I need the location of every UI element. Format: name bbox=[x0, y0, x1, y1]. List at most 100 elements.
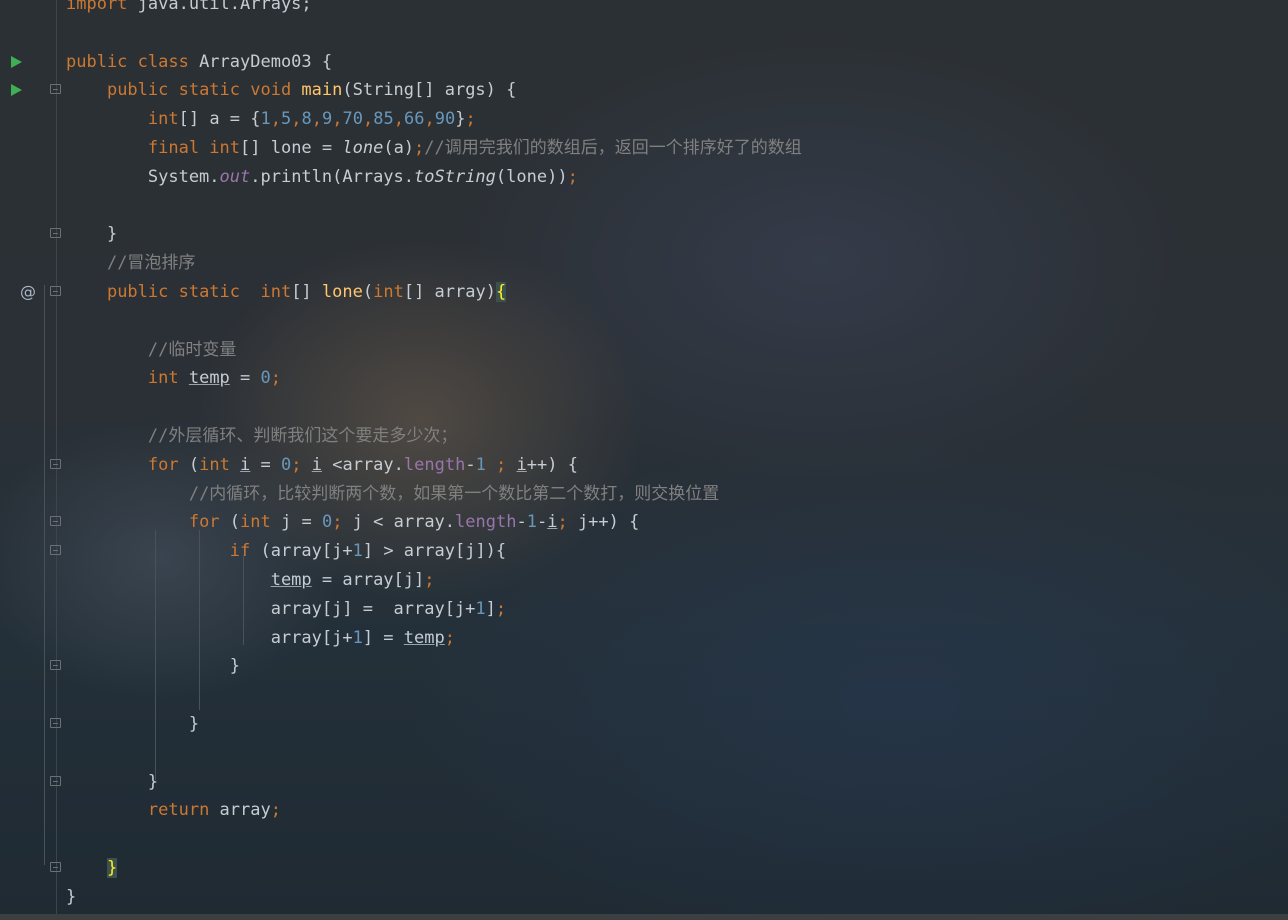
code-text: } bbox=[66, 883, 76, 912]
code-text: System.out.println(Arrays.toString(lone)… bbox=[66, 163, 578, 192]
code-line[interactable]: } bbox=[0, 652, 1288, 681]
fold-icon[interactable] bbox=[50, 545, 61, 556]
code-token: for bbox=[188, 512, 230, 533]
fold-icon[interactable] bbox=[50, 861, 61, 872]
code-token: , bbox=[424, 109, 435, 130]
code-line[interactable]: //内循环，比较判断两个数，如果第一个数比第二个数打，则交换位置 bbox=[0, 480, 1288, 509]
code-line[interactable]: temp = array[j]; bbox=[0, 566, 1288, 595]
run-gutter-icon[interactable] bbox=[11, 84, 22, 97]
code-line[interactable]: @ public static int[] lone(int[] array){ bbox=[0, 278, 1288, 307]
code-text: public static void main(String[] args) { bbox=[66, 76, 516, 105]
code-line[interactable]: //外层循环、判断我们这个要走多少次； bbox=[0, 422, 1288, 451]
code-line[interactable]: } bbox=[0, 220, 1288, 249]
code-token: ArrayDemo03 { bbox=[199, 51, 333, 72]
code-token: 0 bbox=[281, 454, 292, 475]
code-token: for bbox=[147, 454, 189, 475]
code-token: int bbox=[147, 368, 189, 389]
code-text: array[j+1] = temp; bbox=[66, 624, 455, 653]
code-line[interactable] bbox=[0, 825, 1288, 854]
code-line[interactable]: return array; bbox=[0, 796, 1288, 825]
code-token: main bbox=[301, 80, 343, 101]
code-line[interactable]: } bbox=[0, 883, 1288, 912]
code-line[interactable]: array[j] = array[j+1]; bbox=[0, 595, 1288, 624]
code-line[interactable]: for (int j = 0; j < array.length-1-i; j+… bbox=[0, 508, 1288, 537]
code-line[interactable]: } bbox=[0, 854, 1288, 883]
code-line[interactable] bbox=[0, 393, 1288, 422]
code-text: return array; bbox=[66, 796, 281, 825]
code-token: ++) { bbox=[526, 454, 578, 475]
fold-icon[interactable] bbox=[50, 660, 61, 671]
run-gutter-icon[interactable] bbox=[11, 55, 22, 68]
code-line[interactable]: import java.util.Arrays; bbox=[0, 0, 1288, 19]
code-line[interactable]: for (int i = 0; i <array.length-1 ; i++)… bbox=[0, 451, 1288, 480]
code-token: (lone)) bbox=[495, 166, 568, 187]
fold-icon[interactable] bbox=[50, 228, 61, 239]
code-text: } bbox=[66, 710, 199, 739]
code-token: lone bbox=[342, 137, 384, 158]
code-token: out bbox=[219, 166, 251, 187]
code-token: i bbox=[240, 454, 251, 475]
code-token: ] > array[j]){ bbox=[362, 541, 507, 562]
code-line[interactable]: public class ArrayDemo03 { bbox=[0, 48, 1288, 77]
code-token: ; bbox=[291, 454, 312, 475]
code-line[interactable]: //冒泡排序 bbox=[0, 249, 1288, 278]
code-token: length bbox=[455, 512, 517, 533]
code-line[interactable]: //临时变量 bbox=[0, 336, 1288, 365]
fold-icon[interactable] bbox=[50, 717, 61, 728]
code-token: 66 bbox=[403, 109, 425, 130]
code-line[interactable]: final int[] lone = lone(a);//调用完我们的数组后，返… bbox=[0, 134, 1288, 163]
code-token: 0 bbox=[260, 368, 271, 389]
fold-icon[interactable] bbox=[50, 285, 61, 296]
code-line[interactable]: public static void main(String[] args) { bbox=[0, 76, 1288, 105]
code-token: public static int bbox=[106, 281, 292, 302]
code-token: , bbox=[393, 109, 404, 130]
code-token: return bbox=[147, 800, 220, 821]
code-line[interactable] bbox=[0, 307, 1288, 336]
code-text: //冒泡排序 bbox=[66, 249, 195, 278]
code-text: //临时变量 bbox=[66, 336, 236, 365]
fold-icon[interactable] bbox=[50, 458, 61, 469]
code-line[interactable]: } bbox=[0, 710, 1288, 739]
editor-bottom-edge bbox=[0, 914, 1288, 920]
code-line[interactable]: array[j+1] = temp; bbox=[0, 624, 1288, 653]
code-line[interactable]: if (array[j+1] > array[j]){ bbox=[0, 537, 1288, 566]
code-line[interactable]: int temp = 0; bbox=[0, 364, 1288, 393]
code-line[interactable]: int[] a = {1,5,8,9,70,85,66,90}; bbox=[0, 105, 1288, 134]
code-line[interactable] bbox=[0, 19, 1288, 48]
code-token: 8 bbox=[301, 109, 312, 130]
code-token: .println(Arrays. bbox=[250, 166, 415, 187]
code-token: } bbox=[66, 886, 77, 907]
code-token: ; bbox=[424, 569, 435, 590]
code-token: 1 bbox=[475, 598, 486, 619]
code-editor[interactable]: import java.util.Arrays; public class Arr… bbox=[0, 0, 1288, 920]
override-icon[interactable]: @ bbox=[20, 278, 36, 307]
fold-icon[interactable] bbox=[50, 84, 61, 95]
code-token: ; bbox=[567, 166, 578, 187]
code-line[interactable]: System.out.println(Arrays.toString(lone)… bbox=[0, 163, 1288, 192]
fold-icon[interactable] bbox=[50, 516, 61, 527]
code-line[interactable] bbox=[0, 739, 1288, 768]
code-text: array[j] = array[j+1]; bbox=[66, 595, 506, 624]
code-text: //外层循环、判断我们这个要走多少次； bbox=[66, 422, 457, 451]
code-token: toString bbox=[414, 166, 496, 187]
code-line[interactable] bbox=[0, 681, 1288, 710]
code-text: public class ArrayDemo03 { bbox=[66, 48, 332, 77]
code-token: [] array) bbox=[403, 281, 496, 302]
code-token: } bbox=[66, 771, 159, 792]
code-token: <array. bbox=[322, 454, 404, 475]
code-area[interactable]: import java.util.Arrays; public class Arr… bbox=[0, 0, 1288, 912]
code-line[interactable]: } bbox=[0, 768, 1288, 797]
code-token: ; bbox=[270, 800, 281, 821]
code-token: ( bbox=[362, 281, 374, 302]
fold-icon[interactable] bbox=[50, 775, 61, 786]
code-line[interactable] bbox=[0, 192, 1288, 221]
code-token: (a) bbox=[383, 137, 415, 158]
